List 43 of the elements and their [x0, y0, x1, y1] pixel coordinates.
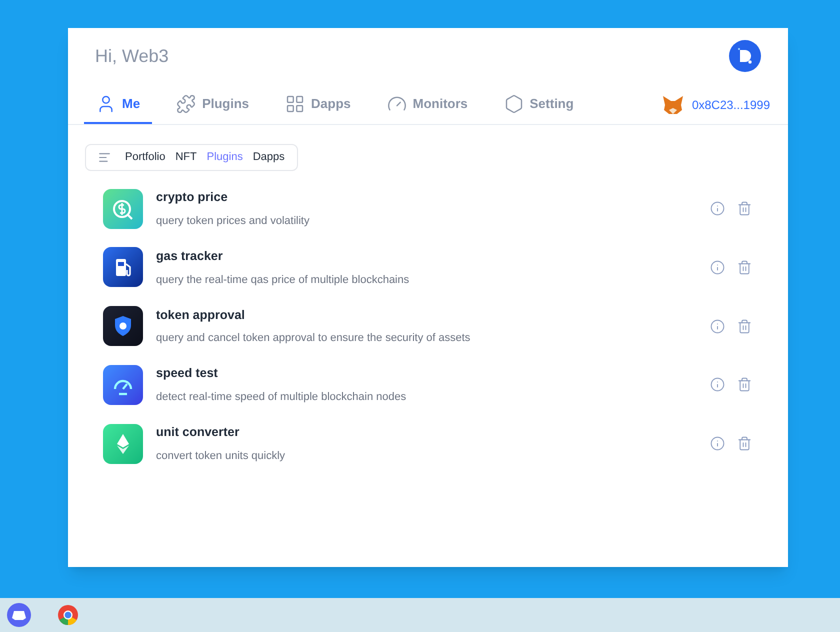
plugin-name: crypto price	[156, 189, 229, 206]
puzzle-icon	[176, 94, 196, 114]
plugin-description: query token prices and volatility	[156, 214, 310, 229]
info-button[interactable]	[710, 260, 725, 275]
speedometer-icon	[103, 364, 143, 405]
delete-button[interactable]	[737, 318, 752, 334]
filter-tab[interactable]: Plugins	[206, 149, 243, 166]
plugin-description: query the real-time qas price of multiple blockchains	[156, 272, 410, 288]
delete-button[interactable]	[737, 377, 752, 392]
filter-tab[interactable]: Dapps	[252, 149, 285, 166]
nav-tab[interactable]: Setting	[492, 86, 586, 124]
filter-tab[interactable]: Portfolio	[125, 149, 166, 166]
browser-icon[interactable]	[57, 604, 79, 626]
grid-icon	[285, 94, 306, 114]
fuel-pump-icon	[103, 247, 143, 288]
info-button[interactable]	[710, 201, 725, 216]
delete-button[interactable]	[737, 201, 752, 216]
shield-icon	[103, 306, 143, 346]
hexagon-icon	[504, 94, 524, 114]
plugin-name: gas tracker	[156, 248, 224, 265]
nav-tab[interactable]: Monitors	[374, 86, 480, 124]
delete-button[interactable]	[737, 260, 752, 275]
plugin-description: query and cancel token approval to ensure the security of assets	[156, 331, 472, 346]
plugin-name: unit converter	[156, 424, 240, 441]
logo-icon	[729, 40, 761, 72]
info-button[interactable]	[710, 436, 725, 452]
plugin-description: convert token units quickly	[156, 448, 286, 464]
plugin-name: speed test	[156, 365, 219, 382]
info-button[interactable]	[710, 377, 725, 392]
chat-app-icon[interactable]	[7, 603, 31, 627]
fox-icon	[662, 95, 684, 115]
nav-tab[interactable]: Plugins	[164, 86, 262, 124]
wallet-address[interactable]: 0x8C23...1999	[662, 86, 770, 124]
plugin-description: detect real-time speed of multiple blockchain nodes	[156, 390, 408, 405]
menu-icon	[98, 151, 111, 164]
delete-button[interactable]	[737, 436, 752, 452]
nav-tab[interactable]: Dapps	[273, 86, 363, 124]
plugin-name: token approval	[156, 306, 246, 324]
greeting: Hi, Web3	[95, 44, 169, 68]
nav-tab[interactable]: Me	[84, 86, 152, 124]
filter-tab[interactable]: NFT	[175, 149, 197, 166]
info-button[interactable]	[710, 318, 725, 334]
dollar-coin-icon	[103, 188, 143, 229]
